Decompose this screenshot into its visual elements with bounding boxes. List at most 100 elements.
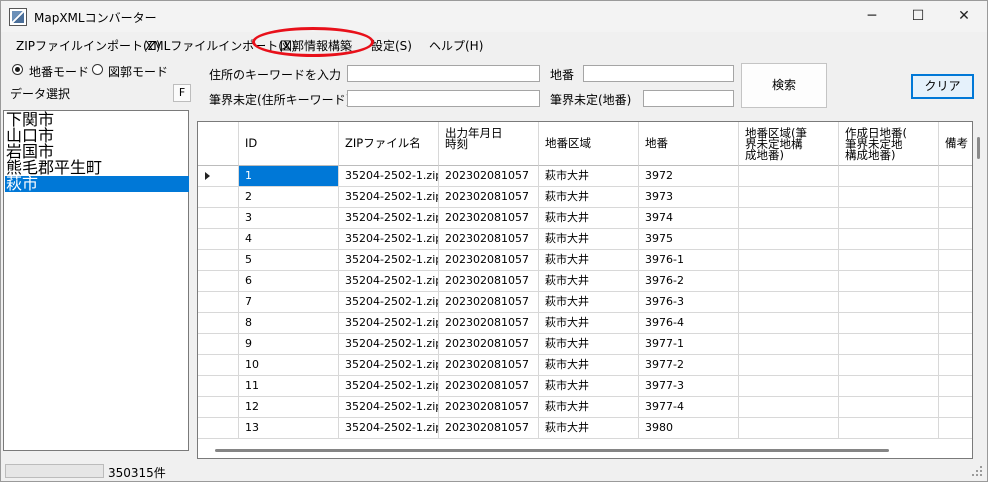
grid-cell[interactable]: 9	[239, 334, 339, 355]
grid-cell[interactable]	[739, 187, 839, 208]
grid-cell[interactable]: 202302081057	[439, 187, 539, 208]
grid-cell[interactable]: 202302081057	[439, 418, 539, 439]
row-header[interactable]	[198, 313, 239, 334]
grid-cell[interactable]: 3976-4	[639, 313, 739, 334]
row-header[interactable]	[198, 355, 239, 376]
menu-help[interactable]: ヘルプ(H)	[429, 37, 483, 54]
row-header[interactable]	[198, 292, 239, 313]
grid-cell[interactable]	[739, 313, 839, 334]
grid-cell[interactable]: 萩市大井	[539, 355, 639, 376]
grid-cell[interactable]	[839, 187, 939, 208]
row-header[interactable]	[198, 376, 239, 397]
menu-zip-import[interactable]: ZIPファイルインポート(Z)	[16, 37, 161, 54]
grid-cell[interactable]: 7	[239, 292, 339, 313]
grid-cell[interactable]: 202302081057	[439, 271, 539, 292]
undetermined-address-input[interactable]	[347, 90, 540, 107]
column-header[interactable]: ZIPファイル名	[339, 122, 439, 166]
grid-cell[interactable]: 202302081057	[439, 397, 539, 418]
chiban-input[interactable]	[583, 65, 734, 82]
column-header[interactable]: 作成日地番( 筆界未定地 構成地番)	[839, 122, 939, 166]
grid-cell[interactable]: 35204-2502-1.zip	[339, 271, 439, 292]
column-header[interactable]: ID	[239, 122, 339, 166]
grid-cell[interactable]	[939, 376, 972, 397]
grid-cell[interactable]	[839, 292, 939, 313]
grid-cell[interactable]: 3	[239, 208, 339, 229]
grid-cell[interactable]: 萩市大井	[539, 250, 639, 271]
grid-cell[interactable]	[839, 250, 939, 271]
grid-cell[interactable]	[939, 292, 972, 313]
grid-cell[interactable]: 13	[239, 418, 339, 439]
undetermined-chiban-input[interactable]	[643, 90, 734, 107]
grid-cell[interactable]	[939, 271, 972, 292]
grid-cell[interactable]	[939, 250, 972, 271]
scroll-thumb[interactable]	[977, 137, 980, 159]
clear-button[interactable]: クリア	[911, 74, 974, 99]
row-header[interactable]	[198, 166, 239, 187]
grid-cell[interactable]	[739, 166, 839, 187]
grid-cell[interactable]: 萩市大井	[539, 187, 639, 208]
grid-cell[interactable]: 萩市大井	[539, 313, 639, 334]
grid-cell[interactable]: 萩市大井	[539, 271, 639, 292]
grid-cell[interactable]: 35204-2502-1.zip	[339, 355, 439, 376]
column-header[interactable]: 地番	[639, 122, 739, 166]
row-header[interactable]	[198, 250, 239, 271]
row-header[interactable]	[198, 418, 239, 439]
grid-cell[interactable]: 萩市大井	[539, 229, 639, 250]
grid-cell[interactable]	[939, 313, 972, 334]
menu-settings[interactable]: 設定(S)	[371, 37, 412, 54]
filter-button[interactable]: F	[173, 84, 191, 102]
grid-cell[interactable]	[739, 208, 839, 229]
grid-cell[interactable]	[839, 166, 939, 187]
grid-cell[interactable]: 35204-2502-1.zip	[339, 418, 439, 439]
row-header[interactable]	[198, 187, 239, 208]
grid-cell[interactable]	[739, 376, 839, 397]
grid-cell[interactable]: 35204-2502-1.zip	[339, 208, 439, 229]
grid-cell[interactable]	[739, 334, 839, 355]
grid-cell[interactable]: 35204-2502-1.zip	[339, 376, 439, 397]
grid-cell[interactable]: 1	[239, 166, 339, 187]
grid-cell[interactable]: 202302081057	[439, 250, 539, 271]
grid-cell[interactable]: 202302081057	[439, 208, 539, 229]
grid-cell[interactable]: 3974	[639, 208, 739, 229]
grid-cell[interactable]: 3975	[639, 229, 739, 250]
grid-cell[interactable]	[739, 355, 839, 376]
grid-cell[interactable]: 2	[239, 187, 339, 208]
grid-cell[interactable]	[839, 355, 939, 376]
zukaku-mode-radio[interactable]	[92, 64, 103, 75]
grid-cell[interactable]	[839, 271, 939, 292]
grid-cell[interactable]: 202302081057	[439, 229, 539, 250]
grid-cell[interactable]: 3977-1	[639, 334, 739, 355]
column-header[interactable]: 備考	[939, 122, 972, 166]
grid-cell[interactable]	[839, 334, 939, 355]
grid-cell[interactable]	[839, 397, 939, 418]
grid-cell[interactable]: 202302081057	[439, 313, 539, 334]
grid-cell[interactable]	[739, 250, 839, 271]
grid-cell[interactable]: 萩市大井	[539, 208, 639, 229]
close-button[interactable]: ✕	[941, 1, 987, 32]
grid-cell[interactable]: 35204-2502-1.zip	[339, 187, 439, 208]
grid-cell[interactable]: 202302081057	[439, 292, 539, 313]
grid-cell[interactable]: 3977-4	[639, 397, 739, 418]
column-header[interactable]: 地番区域(筆 界未定地構 成地番)	[739, 122, 839, 166]
grid-cell[interactable]: 萩市大井	[539, 397, 639, 418]
column-header[interactable]: 地番区域	[539, 122, 639, 166]
grid-cell[interactable]: 萩市大井	[539, 418, 639, 439]
grid-cell[interactable]: 5	[239, 250, 339, 271]
city-list[interactable]: 下関市 山口市 岩国市 熊毛郡平生町 萩市	[3, 110, 189, 451]
grid-cell[interactable]: 6	[239, 271, 339, 292]
title-bar[interactable]: MapXMLコンバーター ─ ☐ ✕	[1, 1, 987, 32]
grid-cell[interactable]: 3976-3	[639, 292, 739, 313]
city-list-item-selected[interactable]: 萩市	[5, 176, 189, 192]
grid-cell[interactable]	[739, 397, 839, 418]
grid-cell[interactable]	[839, 208, 939, 229]
grid-cell[interactable]: 3976-1	[639, 250, 739, 271]
grid-cell[interactable]: 萩市大井	[539, 376, 639, 397]
maximize-button[interactable]: ☐	[895, 1, 941, 32]
grid-cell[interactable]: 35204-2502-1.zip	[339, 166, 439, 187]
grid-cell[interactable]: 3976-2	[639, 271, 739, 292]
grid-cell[interactable]: 35204-2502-1.zip	[339, 229, 439, 250]
grid-cell[interactable]	[839, 376, 939, 397]
grid-cell[interactable]	[939, 187, 972, 208]
grid-cell[interactable]: 35204-2502-1.zip	[339, 313, 439, 334]
grid-cell[interactable]	[939, 397, 972, 418]
